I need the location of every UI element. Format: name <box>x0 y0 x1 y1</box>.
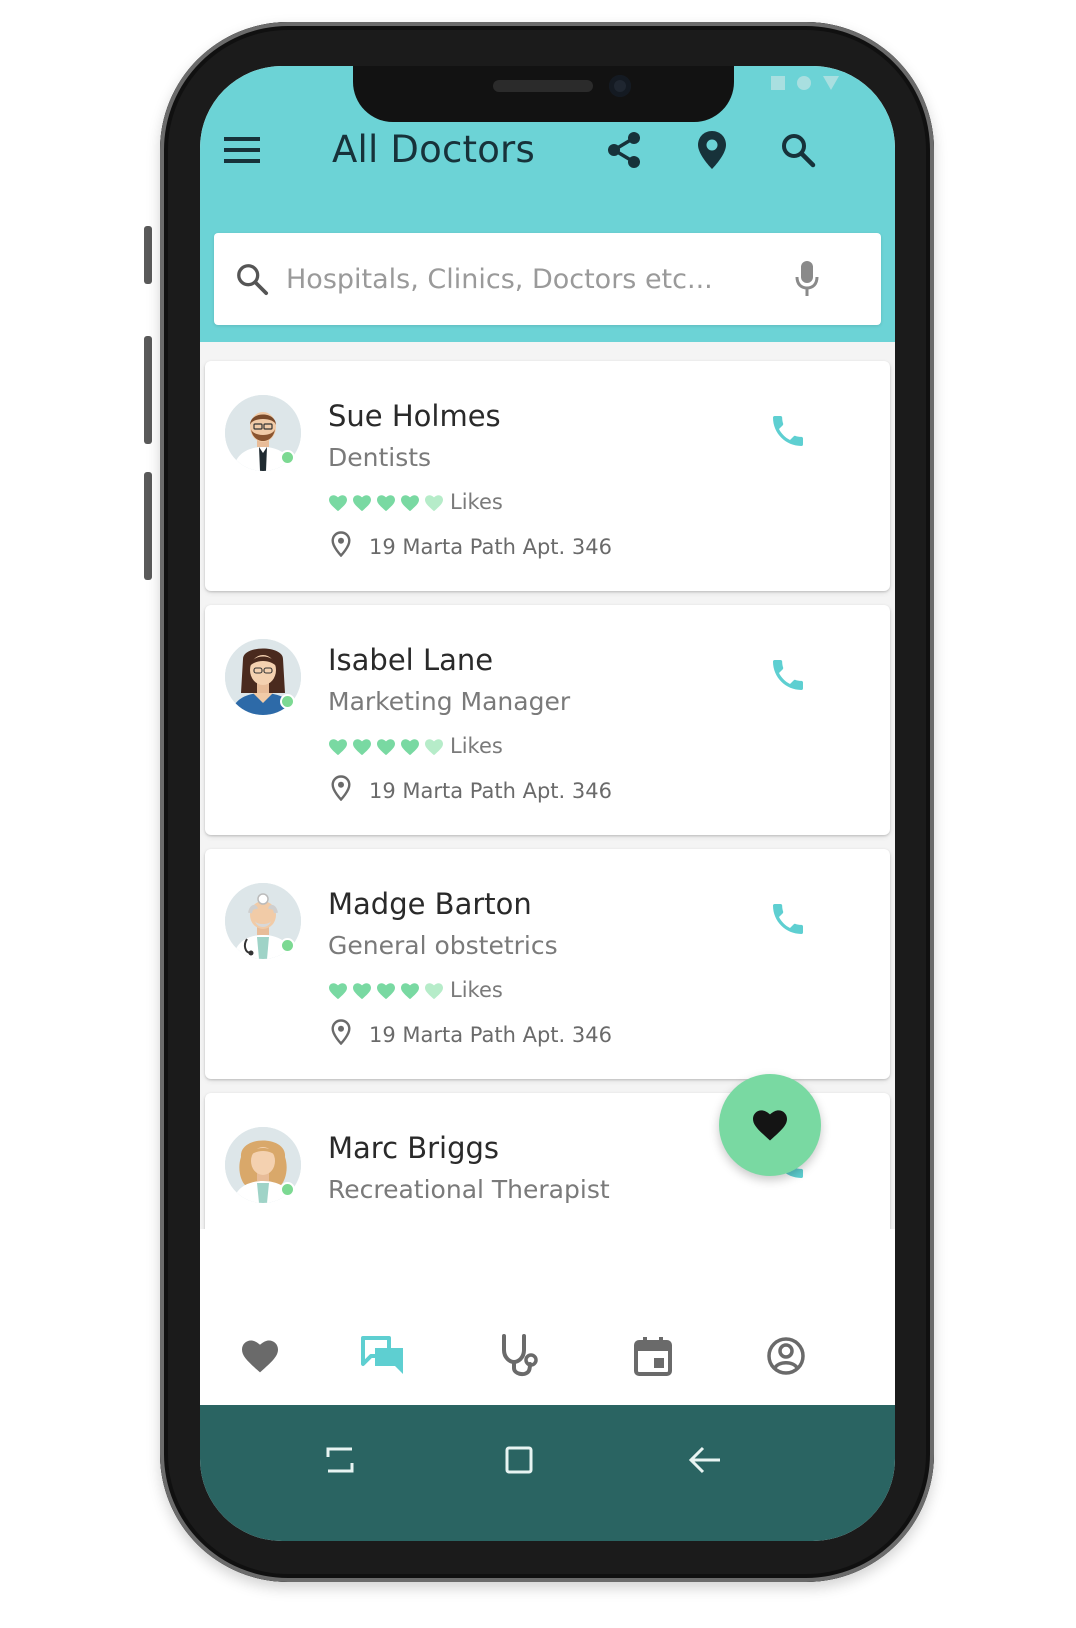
doctor-specialty: General obstetrics <box>328 931 558 960</box>
location-pin-icon <box>331 775 351 805</box>
likes-label: Likes <box>450 490 503 514</box>
doctor-card[interactable]: Isabel Lane Marketing Manager Likes 19 M… <box>205 605 890 835</box>
location-pin-icon <box>331 531 351 561</box>
back-button[interactable] <box>675 1430 735 1490</box>
doctor-name: Madge Barton <box>328 887 532 921</box>
microphone-icon[interactable] <box>787 257 827 301</box>
doctor-specialty: Marketing Manager <box>328 687 571 716</box>
search-bar <box>214 233 881 325</box>
signal-icon <box>771 76 785 90</box>
page-title: All Doctors <box>332 128 535 171</box>
doctor-card[interactable]: Sue Holmes Dentists Likes 19 Marta Path … <box>205 361 890 591</box>
volume-up-button <box>144 336 152 444</box>
call-button[interactable] <box>768 899 808 943</box>
rating-heart-icon <box>377 983 395 1000</box>
phone-notch <box>353 66 734 122</box>
recents-button[interactable] <box>310 1430 370 1490</box>
doctor-card[interactable]: Madge Barton General obstetrics Likes 19… <box>205 849 890 1079</box>
doctor-address: 19 Marta Path Apt. 346 <box>369 535 612 559</box>
rating-heart-icon <box>401 983 419 1000</box>
online-status-dot <box>280 694 295 709</box>
rating-heart-icon <box>353 495 371 512</box>
app-screen: All Doctors Hospitals, Clinics, Doctors … <box>200 66 895 1541</box>
back-icon <box>688 1446 720 1474</box>
likes-label: Likes <box>450 978 503 1002</box>
search-icon[interactable] <box>776 128 820 172</box>
rating-hearts <box>328 738 444 756</box>
nav-doctors[interactable] <box>489 1326 549 1386</box>
calendar-icon <box>634 1337 672 1376</box>
doctor-name: Isabel Lane <box>328 643 494 677</box>
front-camera <box>609 75 631 97</box>
doctor-specialty: Recreational Therapist <box>328 1175 610 1204</box>
online-status-dot <box>280 1182 295 1197</box>
call-button[interactable] <box>768 655 808 699</box>
doctor-name: Sue Holmes <box>328 399 501 433</box>
speaker-grille <box>493 80 593 92</box>
status-bar <box>771 76 839 90</box>
location-pin-icon <box>331 1019 351 1049</box>
doctor-name: Marc Briggs <box>328 1131 500 1165</box>
battery-icon <box>823 76 839 90</box>
rating-heart-icon <box>353 983 371 1000</box>
rating-heart-icon <box>353 739 371 756</box>
rating-hearts <box>328 982 444 1000</box>
heart-icon <box>242 1340 278 1373</box>
doctor-address: 19 Marta Path Apt. 346 <box>369 779 612 803</box>
silent-switch <box>144 226 152 284</box>
share-icon[interactable] <box>602 128 646 172</box>
rating-heart-icon <box>329 983 347 1000</box>
nav-profile[interactable] <box>756 1326 816 1386</box>
rating-hearts <box>328 494 444 512</box>
recents-icon <box>326 1447 354 1473</box>
nav-chat[interactable] <box>353 1326 413 1386</box>
rating-heart-icon <box>425 495 443 512</box>
stethoscope-icon <box>502 1334 538 1377</box>
search-icon <box>232 259 272 299</box>
rating-heart-icon <box>401 495 419 512</box>
online-status-dot <box>280 938 295 953</box>
home-icon <box>505 1446 533 1474</box>
online-status-dot <box>280 450 295 465</box>
phone-icon <box>773 660 803 690</box>
call-button[interactable] <box>768 411 808 455</box>
rating-heart-icon <box>377 739 395 756</box>
heart-icon <box>753 1110 787 1141</box>
home-button[interactable] <box>489 1430 549 1490</box>
rating-heart-icon <box>329 495 347 512</box>
phone-icon <box>773 416 803 446</box>
rating-heart-icon <box>377 495 395 512</box>
location-pin-icon[interactable] <box>690 128 734 172</box>
nav-calendar[interactable] <box>623 1326 683 1386</box>
doctor-address: 19 Marta Path Apt. 346 <box>369 1023 612 1047</box>
rating-heart-icon <box>401 739 419 756</box>
search-input[interactable] <box>286 257 786 301</box>
phone-icon <box>773 904 803 934</box>
wifi-icon <box>797 76 811 90</box>
favorite-fab-button[interactable] <box>719 1074 821 1176</box>
volume-down-button <box>144 472 152 580</box>
nav-favorites[interactable] <box>230 1326 290 1386</box>
rating-heart-icon <box>425 983 443 1000</box>
menu-icon[interactable] <box>222 130 262 170</box>
account-icon <box>767 1337 805 1375</box>
likes-label: Likes <box>450 734 503 758</box>
rating-heart-icon <box>329 739 347 756</box>
rating-heart-icon <box>425 739 443 756</box>
doctor-specialty: Dentists <box>328 443 432 472</box>
chat-icon <box>361 1336 403 1374</box>
